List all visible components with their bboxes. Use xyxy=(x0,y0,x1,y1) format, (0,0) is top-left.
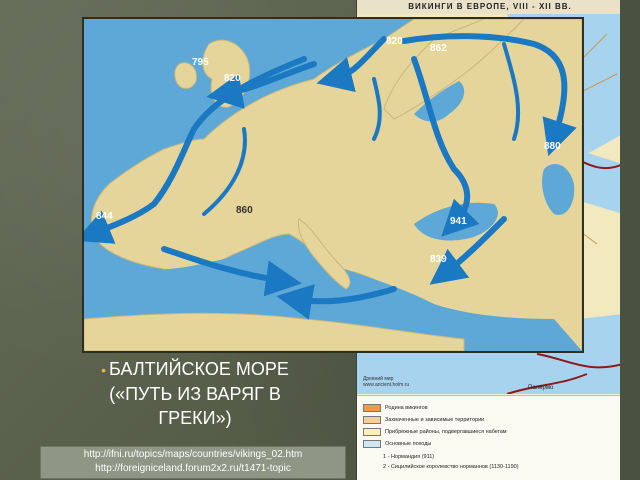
sources-box: http://ifni.ru/topics/maps/countries/vik… xyxy=(40,446,346,479)
routes-map-svg: 795 820 820 862 880 844 860 941 839 xyxy=(84,19,582,351)
legend-note: 2 - Сицилийское королевство норманнов (1… xyxy=(383,464,519,470)
bullet-line: БАЛТИЙСКОЕ МОРЕ xyxy=(109,359,289,379)
bullet-dot-icon: • xyxy=(101,362,107,378)
bullet-line: ГРЕКИ») xyxy=(158,408,232,428)
source-link[interactable]: http://ifni.ru/topics/maps/countries/vik… xyxy=(41,448,345,462)
legend-label: Основные походы xyxy=(385,441,432,447)
legend-swatch xyxy=(363,404,381,412)
date-label: 820 xyxy=(224,73,241,84)
legend-item: Захваченные и зависимые территории xyxy=(363,416,484,424)
legend-item: Прибрежные районы, подвергавшиеся набега… xyxy=(363,428,507,436)
legend-note: 1 - Нормандия (911) xyxy=(383,454,435,460)
date-label: 862 xyxy=(430,43,447,54)
date-label: 860 xyxy=(236,205,253,216)
legend-swatch xyxy=(363,416,381,424)
atlas-title: ВИКИНГИ В ЕВРОПЕ, VIII - XII ВВ. xyxy=(357,0,623,14)
legend-item: Основные походы xyxy=(363,440,431,448)
atlas-side-label: Палермо xyxy=(528,385,554,391)
legend-label: Родина викингов xyxy=(385,405,428,411)
date-label: 880 xyxy=(544,141,561,152)
bullet-point: • БАЛТИЙСКОЕ МОРЕ («ПУТЬ ИЗ ВАРЯГ В ГРЕКИ… xyxy=(60,357,330,430)
date-label: 839 xyxy=(430,254,447,265)
date-label: 795 xyxy=(192,57,209,68)
legend-swatch xyxy=(363,428,381,436)
bullet-line: («ПУТЬ ИЗ ВАРЯГ В xyxy=(109,384,281,404)
atlas-legend: Древний мир www.ancient.holm.ru Родина в… xyxy=(357,376,623,480)
legend-label: Захваченные и зависимые территории xyxy=(385,417,485,423)
date-label: 844 xyxy=(96,211,113,222)
legend-swatch xyxy=(363,440,381,448)
legend-label: Прибрежные районы, подвергавшиеся набега… xyxy=(385,429,507,435)
date-label: 941 xyxy=(450,216,467,227)
source-link[interactable]: http://foreigniceland.forum2x2.ru/t1471-… xyxy=(41,462,345,476)
atlas-source-url: www.ancient.holm.ru xyxy=(363,382,410,388)
legend-item: Родина викингов xyxy=(363,404,428,412)
viking-routes-map: 795 820 820 862 880 844 860 941 839 xyxy=(82,17,584,353)
slide-edge-strip xyxy=(620,0,640,480)
date-label: 820 xyxy=(386,36,403,47)
